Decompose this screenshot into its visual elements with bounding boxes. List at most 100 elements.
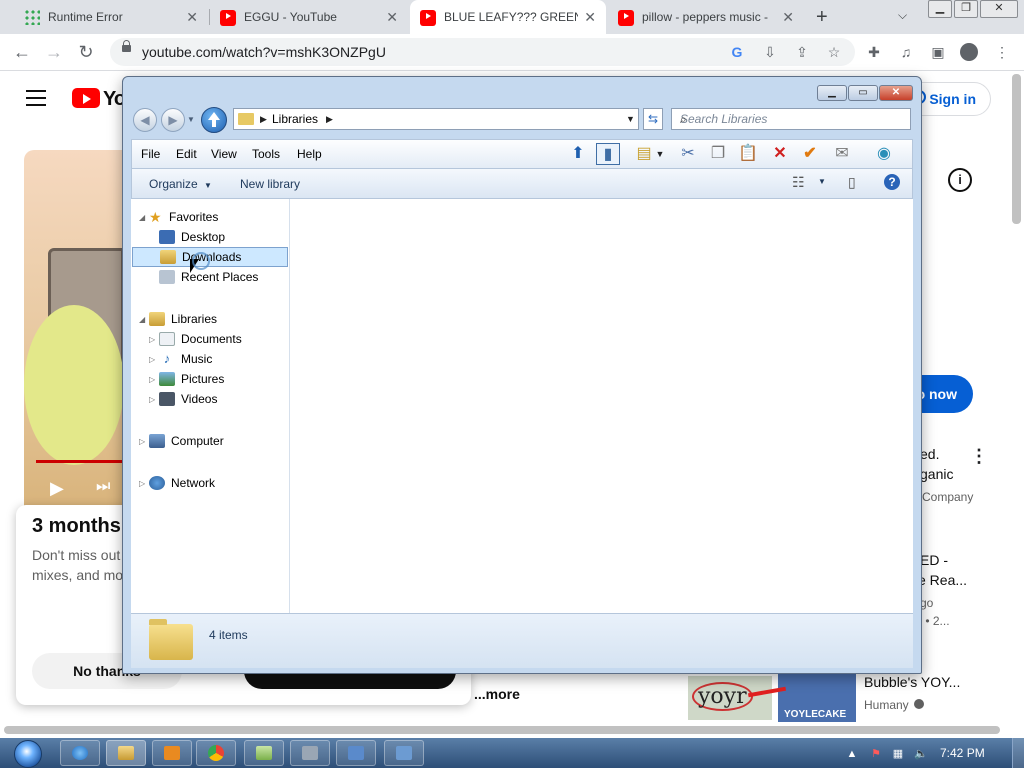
next-icon[interactable]: ⏭ [96, 478, 110, 496]
kebab-menu-icon[interactable]: ⋮ [994, 44, 1010, 60]
tab-blue-leafy[interactable]: BLUE LEAFY??? GREEN FI ✕ [410, 0, 606, 34]
start-button[interactable] [6, 738, 46, 768]
up-arrow-icon[interactable]: ⬆ [566, 143, 590, 165]
taskbar-folder-2[interactable] [244, 740, 284, 766]
maximize-button[interactable]: ▭ [848, 85, 878, 101]
history-dropdown-icon[interactable]: ▼ [187, 115, 195, 124]
google-icon[interactable]: G [729, 44, 745, 60]
properties-icon[interactable]: ✉ [830, 143, 854, 165]
rec-channel[interactable]: Humany [864, 698, 909, 712]
info-icon[interactable]: i [948, 168, 972, 192]
tree-favorites[interactable]: ◢ ★ Favorites [139, 207, 289, 227]
organize-button[interactable]: Organize ▼ [149, 177, 212, 191]
tree-libraries[interactable]: ◢ Libraries [139, 309, 289, 329]
tree-downloads[interactable]: Downloads [132, 247, 288, 267]
copy-icon[interactable]: ❐ [706, 143, 730, 165]
youtube-logo[interactable] [72, 88, 100, 108]
taskbar-explorer[interactable] [106, 740, 146, 766]
breadcrumb-libraries[interactable]: Libraries [272, 112, 318, 126]
tree-computer[interactable]: ▷ Computer [139, 431, 289, 451]
menu-help[interactable]: Help [297, 147, 322, 161]
minimize-button[interactable]: ▁ [928, 0, 952, 18]
bookmark-star-icon[interactable]: ☆ [826, 44, 842, 60]
breadcrumb-arrow-icon[interactable]: ▶ [260, 114, 267, 125]
restore-button[interactable]: ❐ [954, 0, 978, 18]
preview-pane-icon[interactable]: ▯ [848, 174, 856, 191]
search-icon[interactable]: ⌕ [680, 112, 906, 127]
reload-icon[interactable]: ↻ [74, 40, 98, 64]
cut-icon[interactable]: ✂ [676, 143, 700, 165]
show-hidden-icons-icon[interactable]: ▲ [846, 748, 858, 760]
menu-edit[interactable]: Edit [176, 147, 197, 161]
horizontal-scrollbar[interactable] [4, 726, 1000, 734]
rec-title-line[interactable]: ganic [920, 466, 953, 482]
action-center-flag-icon[interactable]: ⚑ [870, 748, 882, 760]
help-icon[interactable]: ? [884, 174, 900, 190]
collapse-triangle-icon[interactable]: ▷ [149, 395, 159, 404]
rec-title[interactable]: Bubble's YOY... [864, 674, 960, 690]
tab-pillow[interactable]: pillow - peppers music - ✕ [608, 0, 804, 34]
tree-music[interactable]: ▷ ♪ Music [139, 349, 289, 369]
vertical-scrollbar[interactable] [1012, 74, 1021, 224]
taskbar-virtualbox[interactable] [290, 740, 330, 766]
up-folder-icon[interactable] [201, 107, 227, 133]
collapse-triangle-icon[interactable]: ▷ [149, 335, 159, 344]
taskbar-clock[interactable]: 7:42 PM [940, 746, 985, 760]
chevron-down-icon[interactable]: ▼ [626, 114, 635, 124]
menu-file[interactable]: File [141, 147, 160, 161]
profile-avatar-icon[interactable] [960, 43, 978, 61]
rec-title-line[interactable]: ED - [920, 552, 948, 568]
close-icon[interactable]: ✕ [782, 9, 794, 26]
minimize-button[interactable]: ▁ [817, 85, 847, 101]
new-library-button[interactable]: New library [240, 177, 300, 191]
rec-title-line[interactable]: ed. [920, 446, 939, 462]
delete-icon[interactable]: ✕ [768, 143, 792, 165]
tab-eggu[interactable]: EGGU - YouTube ✕ [210, 0, 408, 34]
show-desktop-button[interactable] [1012, 738, 1024, 768]
tree-recent-places[interactable]: Recent Places [139, 267, 289, 287]
share-icon[interactable]: ⇪ [794, 44, 810, 60]
breadcrumb-arrow-icon[interactable]: ▶ [326, 114, 333, 125]
close-button[interactable]: ✕ [879, 85, 913, 101]
chevron-down-icon[interactable]: ⌵ [898, 8, 907, 23]
expand-triangle-icon[interactable]: ◢ [139, 213, 149, 222]
back-arrow-icon[interactable]: ← [10, 40, 34, 64]
tab-runtime-error[interactable]: Runtime Error ✕ [14, 0, 208, 34]
network-tray-icon[interactable]: ▦ [892, 748, 904, 760]
tree-network[interactable]: ▷ Network [139, 473, 289, 493]
rec-thumbnail[interactable]: yoyr [688, 676, 772, 720]
menu-tools[interactable]: Tools [252, 147, 280, 161]
refresh-icon[interactable]: ⇆ [643, 108, 663, 130]
collapse-triangle-icon[interactable]: ▷ [149, 355, 159, 364]
paste-icon[interactable]: 📋 [736, 143, 760, 165]
taskbar-chrome[interactable] [196, 740, 236, 766]
search-input[interactable]: Search Libraries ⌕ [671, 108, 911, 130]
checkmark-icon[interactable]: ✔ [798, 143, 822, 165]
forward-arrow-icon[interactable]: → [42, 40, 66, 64]
collapse-triangle-icon[interactable]: ▷ [139, 437, 149, 446]
chevron-down-icon[interactable]: ▼ [818, 177, 826, 186]
install-icon[interactable]: ⇩ [762, 44, 778, 60]
rec-title-line[interactable]: e Rea... [918, 572, 967, 588]
close-button[interactable]: ✕ [980, 0, 1018, 18]
explorer-address-bar[interactable]: ▶ Libraries ▶ ▼ [233, 108, 639, 130]
menu-view[interactable]: View [211, 147, 237, 161]
taskbar-calculator[interactable] [384, 740, 424, 766]
more-vert-icon[interactable]: ⋮ [970, 446, 988, 467]
taskbar-keyboard[interactable] [336, 740, 376, 766]
taskbar-ie[interactable] [60, 740, 100, 766]
view-options-icon[interactable]: ☷ [792, 174, 805, 191]
file-list-area[interactable] [290, 199, 913, 613]
video-progress-bar[interactable] [36, 460, 124, 463]
collapse-triangle-icon[interactable]: ▷ [149, 375, 159, 384]
tree-documents[interactable]: ▷ Documents [139, 329, 289, 349]
play-icon[interactable]: ▶ [50, 478, 64, 499]
tree-pictures[interactable]: ▷ Pictures [139, 369, 289, 389]
collapse-triangle-icon[interactable]: ▷ [139, 479, 149, 488]
hamburger-menu-icon[interactable] [26, 90, 46, 111]
close-icon[interactable]: ✕ [584, 9, 596, 26]
volume-icon[interactable]: 🔈 [914, 748, 928, 760]
tree-videos[interactable]: ▷ Videos [139, 389, 289, 409]
tree-desktop[interactable]: Desktop [139, 227, 289, 247]
rec-channel[interactable]: Company [922, 490, 973, 504]
